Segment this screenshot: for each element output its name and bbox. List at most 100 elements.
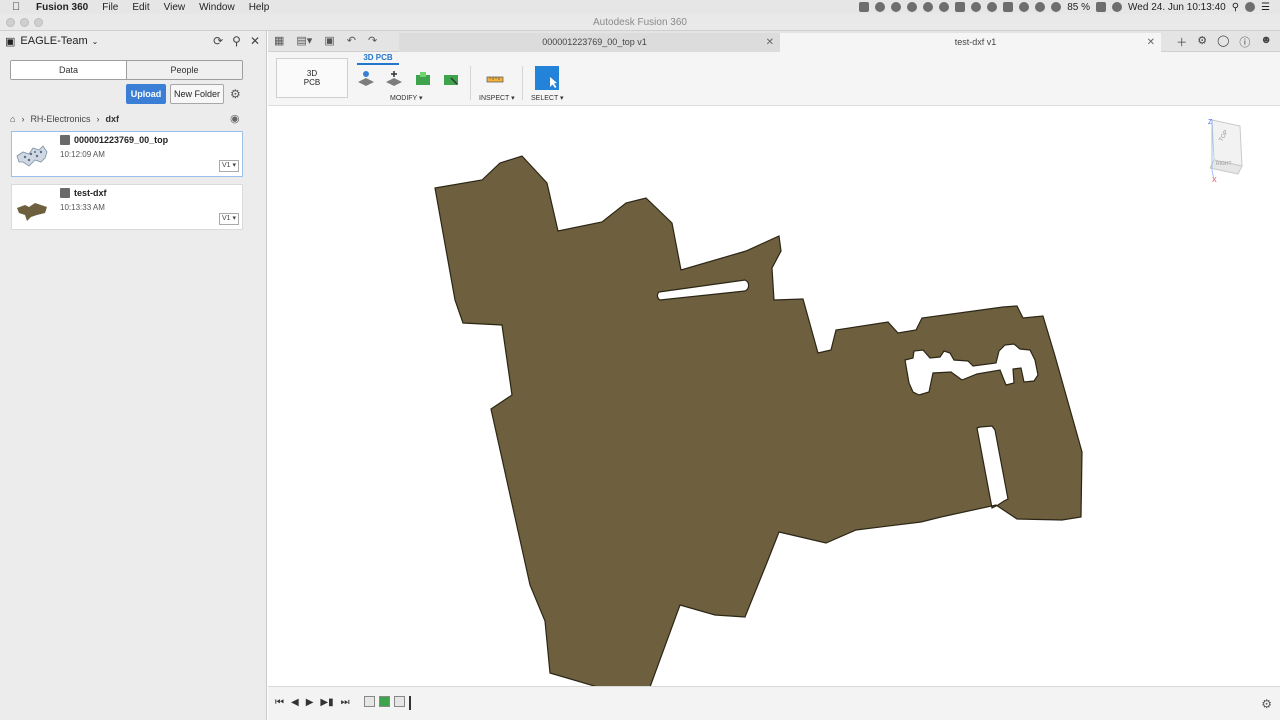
viewcube-right-label[interactable]: RIGHT (1216, 161, 1232, 167)
wifi-icon[interactable] (1051, 2, 1062, 12)
timeline-feature[interactable] (379, 696, 390, 707)
job-status-icon[interactable]: ⚙ (1197, 34, 1207, 50)
status-icon[interactable] (859, 2, 870, 12)
status-icon[interactable] (939, 2, 950, 12)
board-outline-icon[interactable] (441, 70, 461, 88)
spotlight-icon[interactable]: ⚲ (1232, 2, 1239, 13)
battery-percent[interactable]: 85 % (1067, 2, 1090, 13)
board-shape-icon[interactable] (413, 70, 433, 88)
menu-file[interactable]: File (102, 2, 118, 13)
select-menu[interactable]: SELECT ▾ (531, 94, 564, 102)
version-selector[interactable]: V1 ▾ (219, 160, 239, 172)
status-icon[interactable] (875, 2, 886, 12)
version-selector[interactable]: V1 ▾ (219, 213, 239, 225)
menu-view[interactable]: View (164, 2, 186, 13)
help-icon[interactable]: ⓘ (1239, 34, 1250, 50)
push-to-2d-icon[interactable] (356, 70, 376, 88)
file-name: test-dxf (74, 188, 107, 198)
close-tab-icon[interactable]: ✕ (766, 33, 774, 52)
breadcrumb: ⌂ › RH-Electronics › dxf (10, 114, 119, 124)
status-icon[interactable] (1019, 2, 1030, 12)
app-menu[interactable]: Fusion 360 (36, 2, 88, 13)
notifications-icon[interactable]: ◯ (1217, 34, 1229, 50)
status-icon[interactable] (1003, 2, 1014, 12)
status-icon[interactable] (907, 2, 918, 12)
breadcrumb-project[interactable]: RH-Electronics (30, 114, 90, 124)
siri-icon[interactable] (1245, 2, 1256, 12)
zoom-window-button[interactable] (34, 18, 43, 27)
workspace-label-line1: 3D (306, 69, 318, 78)
status-icon[interactable] (987, 2, 998, 12)
status-area: 85 % Wed 24. Jun 10:13:40 ⚲ ☰ (859, 0, 1270, 14)
file-card[interactable]: 000001223769_00_top 10:12:09 AM V1 ▾ (11, 131, 243, 177)
pcb-board-outline[interactable] (268, 106, 1280, 686)
toolbar-separator (522, 66, 523, 100)
inspect-menu[interactable]: INSPECT ▾ (479, 94, 515, 102)
previous-step-icon[interactable]: ◀ (291, 697, 299, 708)
file-name: 000001223769_00_top (74, 135, 169, 145)
apple-icon[interactable]:  (12, 1, 28, 13)
document-tab-active[interactable]: test-dxf v1 ✕ (780, 33, 1161, 52)
timeline-feature[interactable] (364, 696, 375, 707)
flag-icon[interactable] (1112, 2, 1123, 12)
timeline-feature[interactable] (394, 696, 405, 707)
document-tab[interactable]: 000001223769_00_top v1 ✕ (399, 33, 780, 52)
redo-icon[interactable]: ↷ (368, 34, 377, 47)
globe-icon[interactable]: ◉ (230, 112, 240, 125)
avatar[interactable]: ☻ (1260, 34, 1272, 50)
measure-icon[interactable] (485, 70, 505, 88)
close-window-button[interactable] (6, 18, 15, 27)
new-folder-button[interactable]: New Folder (170, 84, 224, 104)
file-thumbnail (17, 203, 47, 221)
last-step-icon[interactable]: ⏭ (341, 697, 350, 708)
file-menu-icon[interactable]: ▤▾ (296, 34, 312, 47)
search-icon[interactable]: ⚲ (232, 34, 241, 48)
menu-edit[interactable]: Edit (132, 2, 149, 13)
workspace-switcher[interactable]: 3D PCB (276, 58, 348, 98)
select-icon[interactable] (535, 66, 559, 90)
tab-3d-pcb[interactable]: 3D PCB (357, 53, 399, 65)
tab-people[interactable]: People (127, 61, 242, 79)
move-component-icon[interactable] (384, 70, 404, 88)
home-icon[interactable]: ⌂ (10, 114, 15, 124)
save-icon[interactable]: ▣ (324, 34, 334, 47)
design-canvas[interactable]: TOP RIGHT Z X (268, 106, 1280, 686)
play-icon[interactable]: ▶ (306, 697, 314, 708)
chevron-down-icon[interactable]: ⌄ (92, 37, 99, 46)
window-titlebar: Autodesk Fusion 360 (0, 14, 1280, 31)
status-icon[interactable] (955, 2, 966, 12)
minimize-window-button[interactable] (20, 18, 29, 27)
modify-menu[interactable]: MODIFY ▾ (390, 94, 423, 102)
undo-icon[interactable]: ↶ (347, 34, 356, 47)
clock[interactable]: Wed 24. Jun 10:13:40 (1128, 2, 1226, 13)
timeline-marker[interactable] (409, 696, 411, 710)
component-icon (60, 188, 70, 198)
team-selector[interactable]: EAGLE-Team (20, 35, 87, 47)
first-step-icon[interactable]: ⏮ (275, 697, 284, 708)
tab-data[interactable]: Data (11, 61, 127, 79)
window-controls (6, 18, 43, 27)
data-panel: ▣ EAGLE-Team ⌄ ⟳ ⚲ ✕ Data People Upload … (0, 31, 267, 720)
viewcube[interactable]: TOP RIGHT Z X (1192, 114, 1252, 184)
new-tab-icon[interactable]: ＋ (1176, 34, 1187, 50)
status-icon[interactable] (891, 2, 902, 12)
file-card[interactable]: test-dxf 10:13:33 AM V1 ▾ (11, 184, 243, 230)
breadcrumb-folder[interactable]: dxf (105, 114, 119, 124)
upload-button[interactable]: Upload (126, 84, 166, 104)
status-icon[interactable] (923, 2, 934, 12)
status-icon[interactable] (1035, 2, 1046, 12)
menu-help[interactable]: Help (249, 2, 270, 13)
battery-icon[interactable] (1096, 2, 1107, 12)
next-step-icon[interactable]: ▶▮ (320, 697, 333, 708)
refresh-icon[interactable]: ⟳ (213, 34, 223, 48)
axis-x-label: X (1212, 177, 1217, 184)
notification-center-icon[interactable]: ☰ (1261, 2, 1270, 13)
gear-icon[interactable]: ⚙ (230, 87, 241, 101)
gear-icon[interactable]: ⚙ (1261, 697, 1272, 711)
close-tab-icon[interactable]: ✕ (1147, 33, 1155, 52)
grid-icon[interactable]: ▦ (274, 34, 284, 47)
status-icon[interactable] (971, 2, 982, 12)
close-icon[interactable]: ✕ (250, 34, 260, 48)
window-title: Autodesk Fusion 360 (593, 17, 687, 28)
menu-window[interactable]: Window (199, 2, 235, 13)
